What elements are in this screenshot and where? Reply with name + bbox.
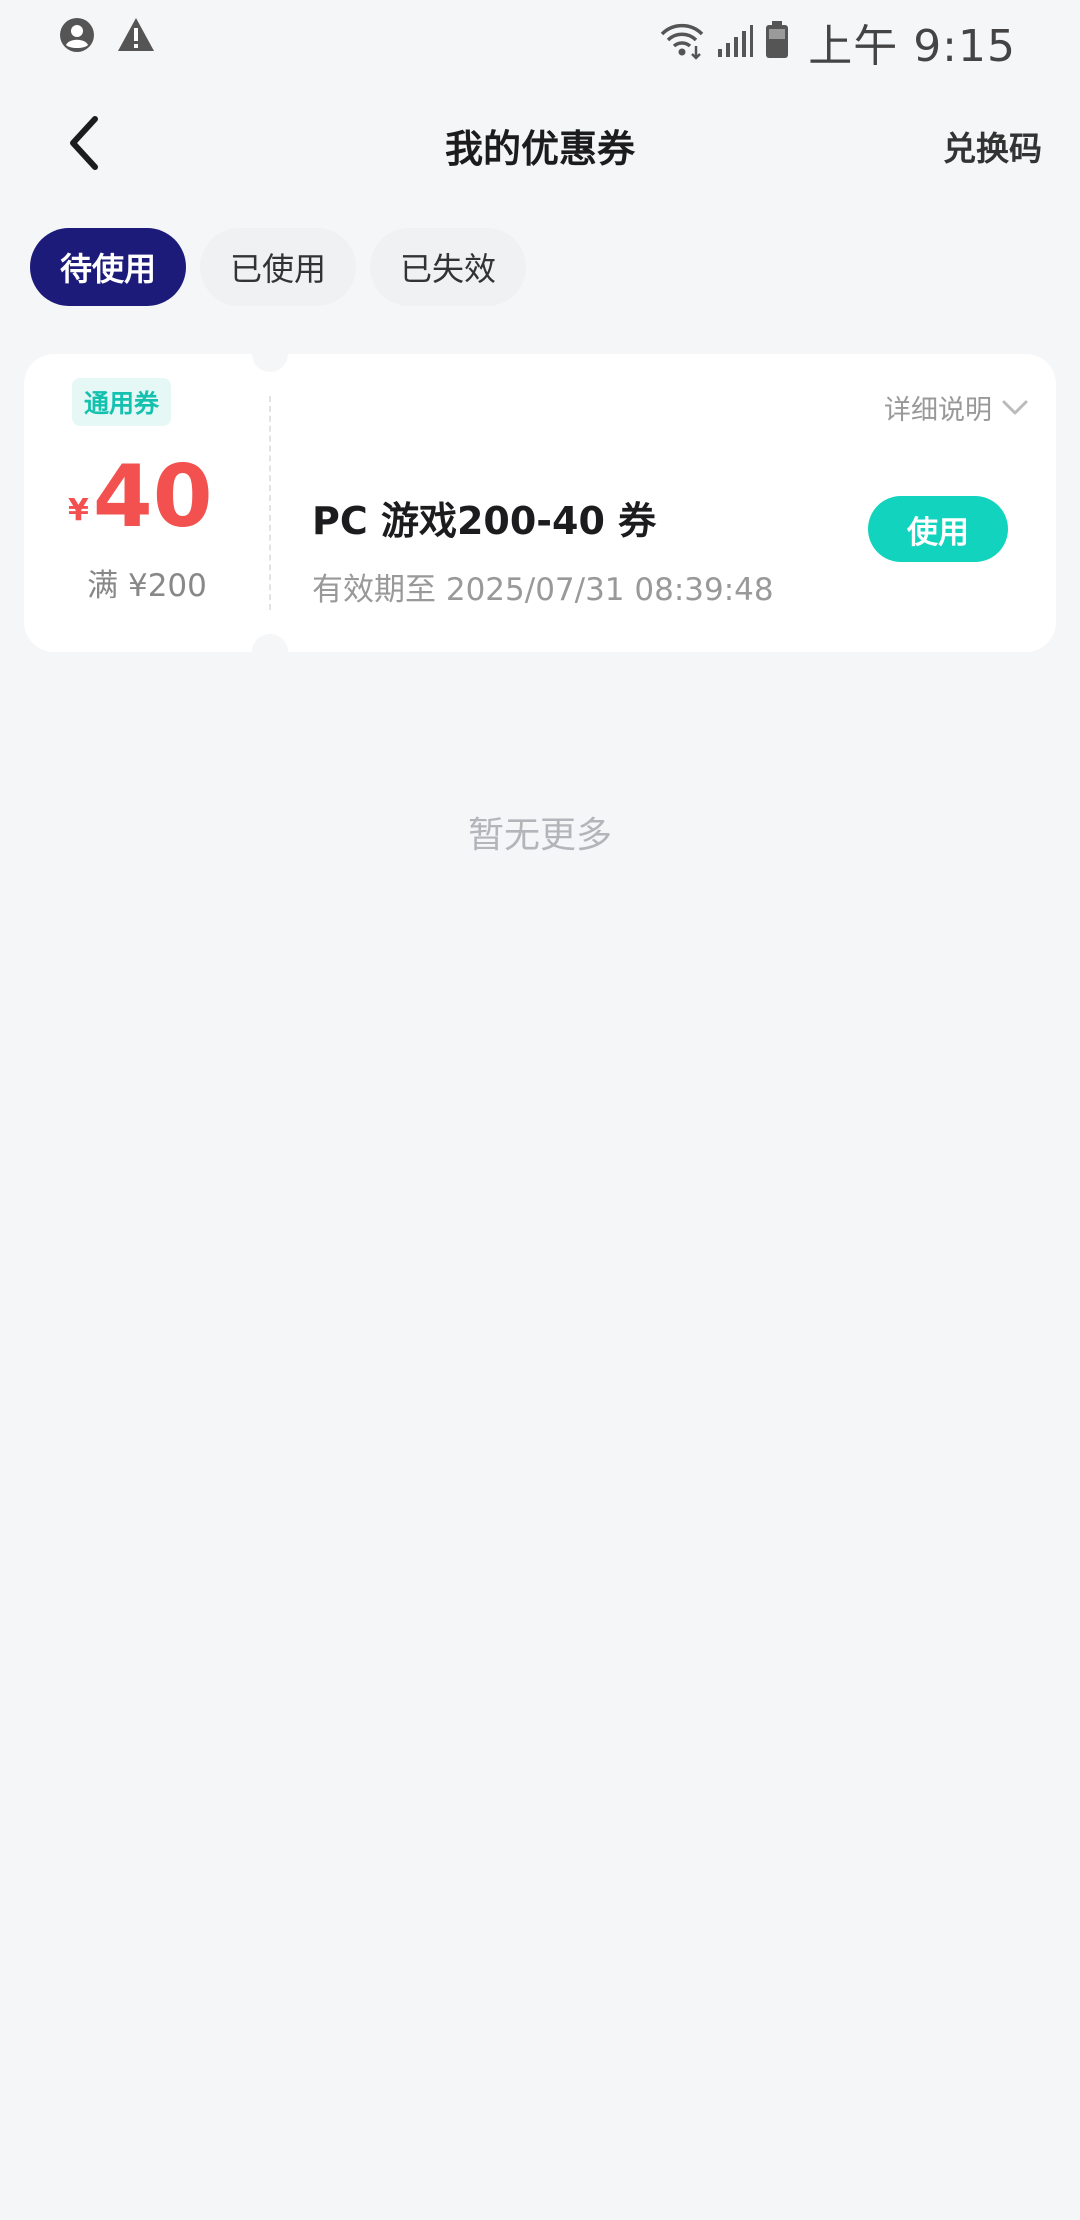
coupon-value-section: 通用券 ¥ 40 满 ¥200	[24, 354, 270, 652]
warning-icon	[116, 16, 156, 58]
page-title: 我的优惠券	[444, 127, 635, 171]
wifi-icon	[658, 20, 706, 64]
tab-unused[interactable]: 待使用	[30, 228, 187, 306]
use-coupon-button[interactable]: 使用	[868, 496, 1008, 562]
nav-bar: 我的优惠券 兑换码	[0, 100, 1080, 190]
coupon-type-badge: 通用券	[72, 378, 172, 426]
battery-icon	[764, 20, 790, 64]
coupon-card: 通用券 ¥ 40 满 ¥200 详细说明 PC 游戏200-40 券 有效期至 …	[24, 354, 1056, 652]
tab-expired[interactable]: 已失效	[370, 228, 527, 306]
coupon-expiry: 有效期至 2025/07/31 08:39:48	[312, 572, 774, 608]
no-more-text: 暂无更多	[467, 815, 612, 856]
coupon-name: PC 游戏200-40 券	[312, 499, 657, 543]
status-time: 上午 9:15	[808, 21, 1016, 72]
details-label: 详细说明	[884, 395, 992, 426]
currency-symbol: ¥	[68, 493, 89, 528]
status-left-icons	[58, 16, 156, 58]
redeem-code-link[interactable]: 兑换码	[943, 122, 1042, 170]
account-circle-icon	[58, 16, 96, 58]
signal-icon	[716, 21, 754, 63]
details-toggle[interactable]: 详细说明	[884, 388, 1028, 427]
coupon-amount: ¥ 40	[68, 454, 213, 540]
status-bar: 上午 9:15	[0, 0, 1080, 80]
chevron-down-icon	[1002, 392, 1028, 423]
discount-amount: 40	[92, 447, 213, 547]
coupon-threshold: 满 ¥200	[87, 568, 207, 604]
tab-used[interactable]: 已使用	[200, 228, 357, 306]
status-right-icons: 上午 9:15	[658, 10, 1016, 74]
coupon-status-tabs: 待使用 已使用 已失效	[30, 228, 527, 306]
